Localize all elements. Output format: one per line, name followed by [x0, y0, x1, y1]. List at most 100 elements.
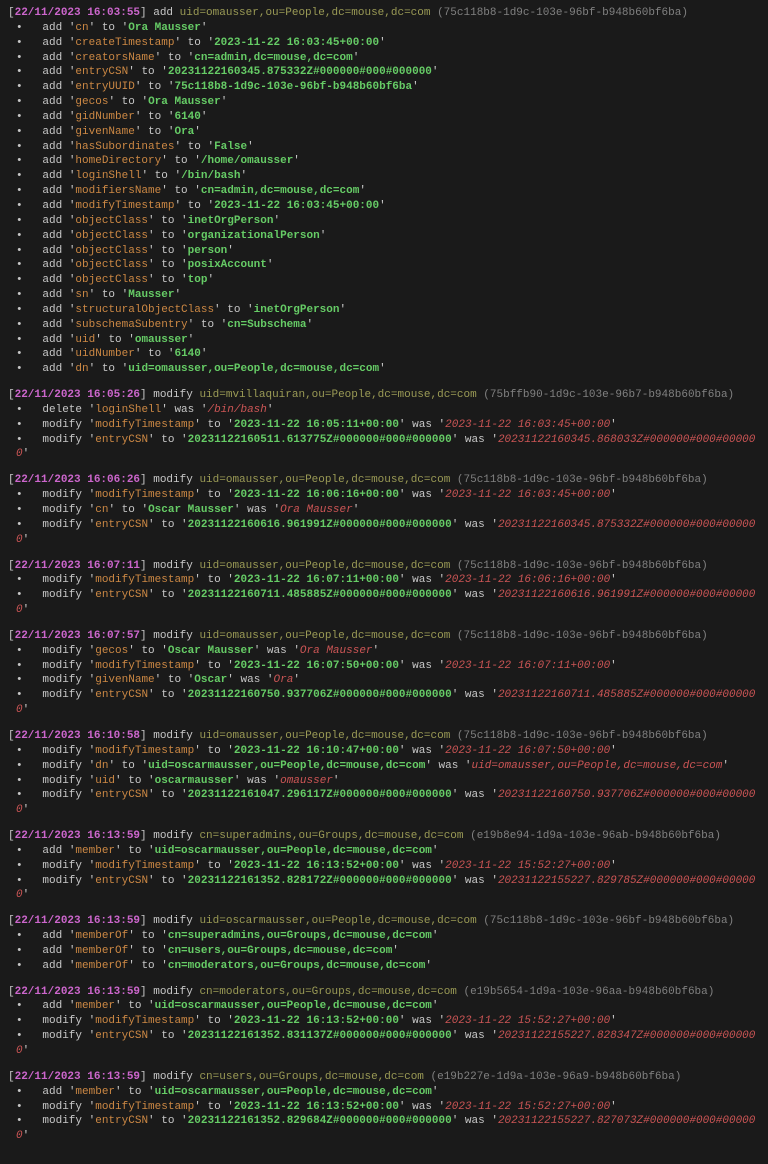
item-verb: add — [42, 930, 68, 942]
item-new-value: 20231122161352.831137Z#000000#000#000000 — [188, 1030, 452, 1042]
log-item: • modify 'givenName' to 'Oscar' was 'Ora… — [0, 673, 768, 688]
item-old-value: 2023-11-22 16:06:16+00:00 — [445, 574, 610, 586]
item-new-value: 20231122160511.613775Z#000000#000#000000 — [188, 434, 452, 446]
item-new-value: uid=oscarmausser,ou=People,dc=mouse,dc=c… — [148, 760, 425, 772]
log-item: • add 'structuralObjectClass' to 'inetOr… — [0, 303, 768, 318]
item-verb: add — [42, 845, 68, 857]
bullet-icon: • — [16, 789, 42, 801]
item-attr: givenName — [75, 126, 134, 138]
log-timestamp: 22/11/2023 16:03:55 — [15, 7, 140, 19]
item-attr: entryCSN — [95, 1115, 148, 1127]
log-verb: modify — [153, 560, 199, 572]
item-attr: modifyTimestamp — [95, 574, 194, 586]
log-block-header: [22/11/2023 16:13:59] modify cn=moderato… — [0, 985, 768, 1000]
log-item: • add 'loginShell' to '/bin/bash' — [0, 169, 768, 184]
bullet-icon: • — [16, 660, 42, 672]
log-block-header: [22/11/2023 16:03:55] add uid=omausser,o… — [0, 6, 768, 21]
log-item: • modify 'modifyTimestamp' to '2023-11-2… — [0, 573, 768, 588]
item-new-value: 2023-11-22 16:06:16+00:00 — [234, 489, 399, 501]
log-item: • modify 'modifyTimestamp' to '2023-11-2… — [0, 859, 768, 874]
log-item: • modify 'entryCSN' to '20231122160616.9… — [0, 518, 768, 548]
item-verb: modify — [42, 1030, 88, 1042]
item-new-value: cn=admin,dc=mouse,dc=com — [201, 185, 359, 197]
bullet-icon: • — [16, 215, 42, 227]
item-verb: add — [42, 81, 68, 93]
item-verb: add — [42, 215, 68, 227]
item-verb: add — [42, 245, 68, 257]
log-item: • modify 'modifyTimestamp' to '2023-11-2… — [0, 1014, 768, 1029]
item-verb: modify — [42, 434, 88, 446]
item-old-value: 2023-11-22 15:52:27+00:00 — [445, 1101, 610, 1113]
log-block-header: [22/11/2023 16:13:59] modify cn=superadm… — [0, 829, 768, 844]
log-item: • add 'uidNumber' to '6140' — [0, 347, 768, 362]
bullet-icon: • — [16, 519, 42, 531]
log-verb: modify — [153, 474, 199, 486]
item-verb: add — [42, 259, 68, 271]
item-attr: gidNumber — [75, 111, 134, 123]
log-timestamp: 22/11/2023 16:13:59 — [15, 986, 140, 998]
item-old-value: 2023-11-22 16:07:11+00:00 — [445, 660, 610, 672]
log-item: • modify 'gecos' to 'Oscar Mausser' was … — [0, 644, 768, 659]
item-attr: entryCSN — [95, 519, 148, 531]
item-verb: add — [42, 960, 68, 972]
item-verb: modify — [42, 760, 88, 772]
item-new-value: cn=admin,dc=mouse,dc=com — [194, 52, 352, 64]
item-verb: add — [42, 52, 68, 64]
log-dn: uid=omausser,ou=People,dc=mouse,dc=com — [180, 7, 431, 19]
item-new-value: inetOrgPerson — [254, 304, 340, 316]
log-item: • modify 'entryCSN' to '20231122160511.6… — [0, 433, 768, 463]
item-verb: add — [42, 111, 68, 123]
item-attr: entryCSN — [75, 66, 128, 78]
item-attr: entryCSN — [95, 689, 148, 701]
log-dn: uid=omausser,ou=People,dc=mouse,dc=com — [199, 560, 450, 572]
log-verb: modify — [153, 730, 199, 742]
item-new-value: 2023-11-22 16:10:47+00:00 — [234, 745, 399, 757]
item-new-value: uid=omausser,ou=People,dc=mouse,dc=com — [128, 363, 379, 375]
item-attr: subschemaSubentry — [75, 319, 187, 331]
item-new-value: Oscar — [194, 674, 227, 686]
item-new-value: cn=moderators,ou=Groups,dc=mouse,dc=com — [168, 960, 425, 972]
item-attr: modifyTimestamp — [95, 1101, 194, 1113]
item-new-value: 20231122160345.875332Z#000000#000#000000 — [168, 66, 432, 78]
log-block-header: [22/11/2023 16:13:59] modify cn=users,ou… — [0, 1070, 768, 1085]
item-new-value: 2023-11-22 16:03:45+00:00 — [214, 37, 379, 49]
bullet-icon: • — [16, 875, 42, 887]
item-new-value: Ora Mausser — [148, 96, 221, 108]
bullet-icon: • — [16, 645, 42, 657]
log-dn: cn=users,ou=Groups,dc=mouse,dc=com — [199, 1071, 423, 1083]
bullet-icon: • — [16, 200, 42, 212]
bullet-icon: • — [16, 304, 42, 316]
log-item: • modify 'modifyTimestamp' to '2023-11-2… — [0, 659, 768, 674]
item-new-value: uid=oscarmausser,ou=People,dc=mouse,dc=c… — [155, 1086, 432, 1098]
bullet-icon: • — [16, 1030, 42, 1042]
bullet-icon: • — [16, 845, 42, 857]
log-uuid: (e19b5654-1d9a-103e-96aa-b948b60bf6ba) — [457, 986, 714, 998]
bullet-icon: • — [16, 363, 42, 375]
item-new-value: False — [214, 141, 247, 153]
item-verb: delete — [42, 404, 88, 416]
log-item: • add 'entryCSN' to '20231122160345.8753… — [0, 65, 768, 80]
log-item: • add 'hasSubordinates' to 'False' — [0, 140, 768, 155]
item-new-value: Ora — [174, 126, 194, 138]
log-item: • add 'creatorsName' to 'cn=admin,dc=mou… — [0, 51, 768, 66]
log-uuid: (75c118b8-1d9c-103e-96bf-b948b60bf6ba) — [430, 7, 687, 19]
item-verb: modify — [42, 674, 88, 686]
item-attr: objectClass — [75, 274, 148, 286]
item-verb: modify — [42, 519, 88, 531]
item-old-value: Ora Mausser — [300, 645, 373, 657]
item-attr: uidNumber — [75, 348, 134, 360]
log-item: • add 'objectClass' to 'organizationalPe… — [0, 229, 768, 244]
item-verb: modify — [42, 574, 88, 586]
item-verb: add — [42, 289, 68, 301]
log-uuid: (e19b227e-1d9a-103e-96a9-b948b60bf6ba) — [424, 1071, 681, 1083]
bullet-icon: • — [16, 775, 42, 787]
item-verb: add — [42, 96, 68, 108]
item-attr: memberOf — [75, 945, 128, 957]
item-attr: objectClass — [75, 245, 148, 257]
item-new-value: cn=Subschema — [227, 319, 306, 331]
log-item: • add 'objectClass' to 'top' — [0, 273, 768, 288]
item-new-value: 2023-11-22 16:13:52+00:00 — [234, 1101, 399, 1113]
item-attr: modifyTimestamp — [95, 489, 194, 501]
item-new-value: Ora Mausser — [128, 22, 201, 34]
item-attr: cn — [75, 22, 88, 34]
